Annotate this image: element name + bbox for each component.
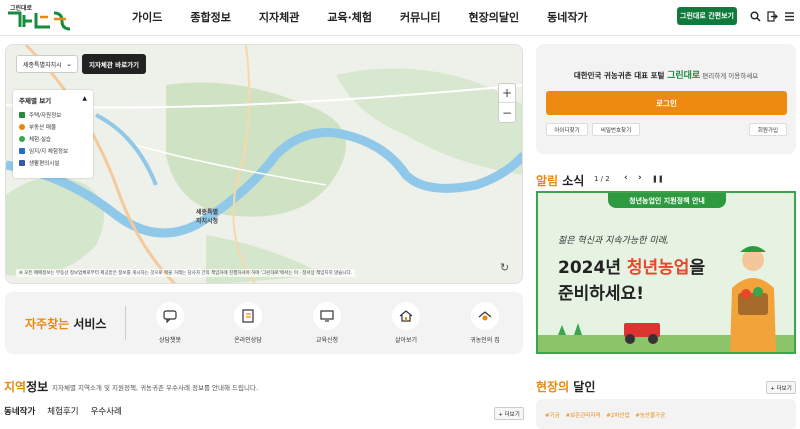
- notice-banner[interactable]: 청년농업인 지원정책 안내 젊은 혁신과 지속가능한 미래, 2024년 청년농…: [536, 191, 796, 354]
- tab-best-cases[interactable]: 우수사례: [91, 405, 122, 417]
- services-title: 자주찾는 서비스: [25, 317, 107, 331]
- nav-guide[interactable]: 가이드: [132, 9, 162, 25]
- region-map[interactable]: 세종특별 자치시청 세종특별자치시 ⌄ 지자체관 바로가기 주제별 보기 ▲ 주…: [5, 44, 523, 284]
- pause-icon[interactable]: ❚❚: [652, 175, 664, 183]
- tag[interactable]: #2차산업: [606, 413, 629, 419]
- frequent-services: 자주찾는 서비스 상담챗봇 온라인상담 교육신청 살아보기 귀농인의 집: [5, 292, 523, 354]
- chevron-down-icon: ⌄: [66, 60, 72, 68]
- service-farmer-house[interactable]: 귀농인의 집: [460, 302, 510, 344]
- banner-top-label: 청년농업인 지원정책 안내: [608, 193, 726, 208]
- login-button[interactable]: 로그인: [546, 91, 787, 115]
- legend-item-experience[interactable]: 체험·실습: [19, 133, 87, 145]
- farmer-illustration: [730, 246, 776, 352]
- chat-icon: [156, 302, 184, 330]
- divider: [125, 306, 126, 340]
- logo-mark: [8, 11, 71, 31]
- tab-reviews[interactable]: 체험후기: [47, 405, 78, 417]
- theme-legend: 주제별 보기 ▲ 주택/자원정보 부동산 매물 체험·실습 임지/지 체험정보 …: [13, 90, 93, 178]
- region-select[interactable]: 세종특별자치시 ⌄: [16, 55, 78, 73]
- nav-masters[interactable]: 현장의달인: [469, 9, 520, 25]
- legend-item-forest[interactable]: 임지/지 체험정보: [19, 145, 87, 157]
- quick-view-button[interactable]: 그린대로 간편보기: [677, 7, 737, 25]
- region-info-subtitle: 지자체별 지역소개 및 지원정책, 귀농귀촌 우수사례 정보를 안내해 드립니다…: [52, 384, 259, 392]
- masters-tags: #기금 #보존관리자격 #2차산업 #농산물가공: [545, 411, 669, 419]
- map-label-city: 세종특별: [196, 209, 219, 216]
- zoom-control: + −: [498, 83, 516, 123]
- nav-local-gov[interactable]: 지자체관: [259, 9, 299, 25]
- map-label-city-sub: 자치시청: [196, 218, 219, 225]
- region-info-title: 지역정보: [4, 380, 49, 394]
- legend-item-amenities[interactable]: 생활편의시설: [19, 157, 87, 169]
- notice-title: 알림 소식: [536, 174, 585, 188]
- login-panel: 대한민국 귀농귀촌 대표 포털 그린대로 편리하게 이용하세요 로그인 아이디찾…: [536, 44, 796, 154]
- login-icon[interactable]: [765, 9, 779, 23]
- legend-item-realestate[interactable]: 부동산 매물: [19, 121, 87, 133]
- house-icon: [19, 112, 25, 118]
- leaf-icon: [19, 136, 25, 142]
- region-select-value: 세종특별자치시: [23, 61, 62, 69]
- next-arrow-icon[interactable]: ›: [638, 173, 642, 183]
- login-tagline: 대한민국 귀농귀촌 대표 포털 그린대로 편리하게 이용하세요: [573, 71, 759, 81]
- map-disclaimer: ※ 모든 매매정보는 부동산 정보업체로부터 제공받은 정보를 게시하는 것으로…: [16, 269, 356, 277]
- monitor-icon: [313, 302, 341, 330]
- find-id-button[interactable]: 아이디찾기: [546, 123, 588, 136]
- notice-page-indicator: 1 / 2: [594, 175, 610, 183]
- top-header: 그린대로 가이드 종합정보 지자체관 교육·체험 커뮤니티 현장의달인 동네작가…: [0, 0, 800, 36]
- signup-button[interactable]: 회원가입: [749, 123, 787, 136]
- tag[interactable]: #기금: [545, 413, 560, 419]
- banner-line-3: 준비하세요!: [558, 284, 644, 304]
- service-education[interactable]: 교육신청: [302, 302, 352, 344]
- masters-more-button[interactable]: + 더보기: [766, 381, 796, 394]
- banner-line-2: 2024년 청년농업을: [558, 258, 706, 278]
- find-password-button[interactable]: 비밀번호찾기: [592, 123, 640, 136]
- nav-community[interactable]: 커뮤니티: [400, 9, 440, 25]
- zoom-out-button[interactable]: −: [499, 103, 515, 122]
- masters-title: 현장의 달인: [536, 380, 596, 394]
- service-trial-living[interactable]: 살아보기: [381, 302, 431, 344]
- house-icon: [392, 302, 420, 330]
- banner-line-1: 젊은 혁신과 지속가능한 미래,: [558, 236, 669, 246]
- local-gov-shortcut-button[interactable]: 지자체관 바로가기: [82, 54, 146, 74]
- tag[interactable]: #농산물가공: [635, 413, 665, 419]
- pin-icon: [19, 124, 25, 130]
- nav-writers[interactable]: 동네작가: [547, 9, 587, 25]
- region-tabs: 동네작가 체험후기 우수사례: [4, 405, 134, 417]
- nav-info[interactable]: 종합정보: [190, 9, 230, 25]
- home-heart-icon: [471, 302, 499, 330]
- legend-title: 주제별 보기: [19, 97, 52, 105]
- chevron-up-icon[interactable]: ▲: [82, 95, 87, 102]
- prev-arrow-icon[interactable]: ‹: [624, 173, 628, 183]
- checklist-icon: [234, 302, 262, 330]
- nav-education[interactable]: 교육·체험: [327, 9, 372, 25]
- zoom-in-button[interactable]: +: [499, 84, 515, 103]
- search-icon[interactable]: [748, 9, 762, 23]
- tab-writers[interactable]: 동네작가: [4, 405, 35, 417]
- site-logo[interactable]: 그린대로: [6, 3, 76, 33]
- menu-icon[interactable]: [782, 9, 796, 23]
- forest-icon: [19, 148, 25, 154]
- legend-item-housing[interactable]: 주택/자원정보: [19, 109, 87, 121]
- service-online-counsel[interactable]: 온라인상담: [223, 302, 273, 344]
- service-chatbot[interactable]: 상담챗봇: [145, 302, 195, 344]
- main-nav: 가이드 종합정보 지자체관 교육·체험 커뮤니티 현장의달인 동네작가: [132, 9, 616, 25]
- building-icon: [19, 160, 25, 166]
- region-more-button[interactable]: + 더보기: [494, 407, 524, 420]
- refresh-icon[interactable]: ↻: [500, 261, 514, 275]
- tag[interactable]: #보존관리자격: [565, 413, 600, 419]
